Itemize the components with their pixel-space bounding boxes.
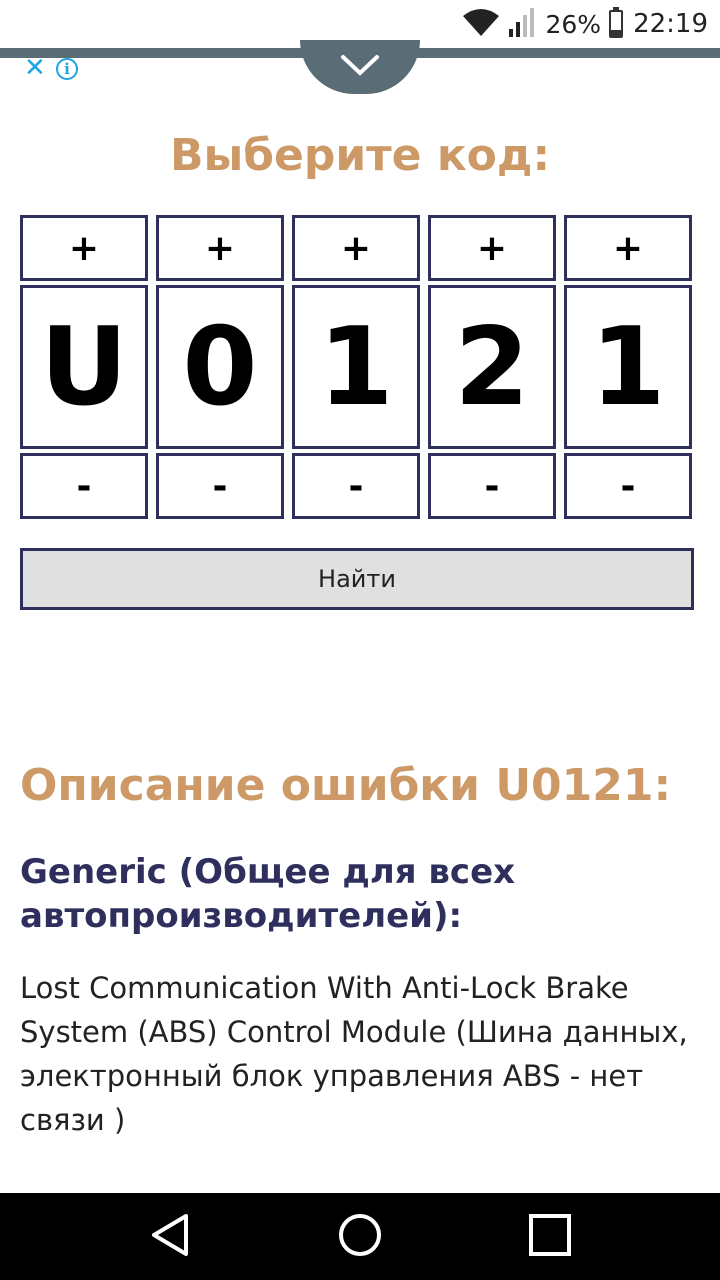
- page-title: Выберите код:: [169, 130, 551, 181]
- description-heading: Описание ошибки U0121:: [20, 760, 672, 811]
- increment-button[interactable]: +: [564, 215, 692, 281]
- recents-button[interactable]: [500, 1193, 600, 1280]
- increment-button[interactable]: +: [20, 215, 148, 281]
- code-wheel-3: + 1 -: [292, 215, 420, 519]
- battery-icon: [609, 7, 624, 38]
- code-wheel-5: + 1 -: [564, 215, 692, 519]
- chevron-down-icon: [340, 53, 380, 81]
- increment-button[interactable]: +: [292, 215, 420, 281]
- description-subheading: Generic (Общее для всех автопроизводител…: [20, 852, 516, 936]
- battery-percent: 26%: [545, 9, 602, 39]
- status-icons: 26% 22:19: [463, 0, 708, 48]
- increment-button[interactable]: +: [156, 215, 284, 281]
- close-icon[interactable]: ✕: [24, 55, 46, 81]
- code-wheel-2: + 0 -: [156, 215, 284, 519]
- ad-collapse-button[interactable]: [300, 40, 420, 94]
- code-character: 0: [156, 285, 284, 449]
- navigation-bar: [0, 1193, 720, 1280]
- decrement-button[interactable]: -: [564, 453, 692, 519]
- description-text: Lost Communication With Anti-Lock Brake …: [20, 971, 688, 1137]
- signal-icon: [507, 7, 537, 41]
- battery-level: [611, 29, 622, 36]
- recents-icon: [528, 1213, 572, 1261]
- decrement-button[interactable]: -: [428, 453, 556, 519]
- code-character: 2: [428, 285, 556, 449]
- wifi-icon: [463, 8, 500, 40]
- code-character: 1: [292, 285, 420, 449]
- decrement-button[interactable]: -: [156, 453, 284, 519]
- code-character: U: [20, 285, 148, 449]
- code-wheel-4: + 2 -: [428, 215, 556, 519]
- decrement-button[interactable]: -: [292, 453, 420, 519]
- back-button[interactable]: [120, 1193, 220, 1280]
- home-icon: [338, 1213, 382, 1261]
- find-button[interactable]: Найти: [20, 548, 694, 610]
- decrement-button[interactable]: -: [20, 453, 148, 519]
- back-icon: [148, 1213, 192, 1261]
- clock: 22:19: [633, 9, 708, 39]
- code-wheel-1: + U -: [20, 215, 148, 519]
- home-button[interactable]: [310, 1193, 410, 1280]
- increment-button[interactable]: +: [428, 215, 556, 281]
- info-icon[interactable]: i: [56, 58, 78, 80]
- code-character: 1: [564, 285, 692, 449]
